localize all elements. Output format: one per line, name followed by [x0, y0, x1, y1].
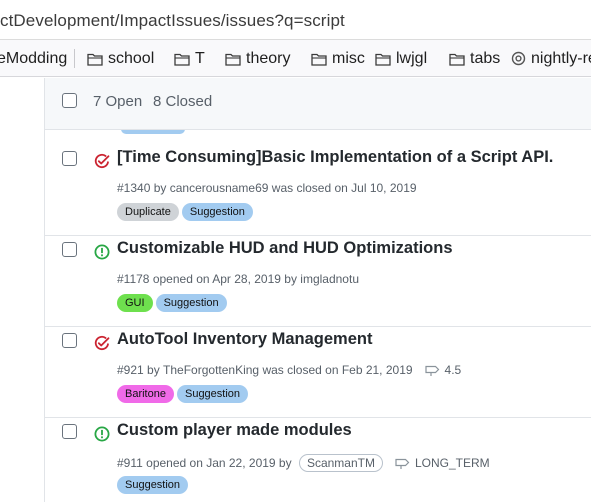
bookmark-nightly[interactable]: nightly-re — [511, 40, 591, 76]
label-suggestion[interactable]: Suggestion — [117, 476, 189, 494]
folder-icon — [311, 53, 327, 66]
issue-checkbox[interactable] — [62, 333, 77, 348]
issue-meta: #911 opened on Jan 22, 2019 by ScanmanTM… — [117, 454, 490, 472]
issue-row[interactable]: [Time Consuming]Basic Implementation of … — [45, 145, 591, 236]
bookmark-label: eModding — [0, 49, 68, 67]
milestone-icon — [424, 365, 439, 376]
issue-checkbox[interactable] — [62, 242, 77, 257]
issue-title-link[interactable]: Custom player made modules — [117, 421, 352, 440]
issue-meta-text: opened on Jan 22, 2019 by — [142, 456, 295, 470]
issue-meta-text: by — [143, 363, 164, 377]
label-baritone[interactable]: Baritone — [117, 385, 174, 403]
issues-box: 7 Open 8 Closed [Time Consuming]Basic Im… — [44, 78, 591, 502]
issue-author-link[interactable]: cancerousname69 — [170, 181, 269, 195]
url-text[interactable]: ctDevelopment/ImpactIssues/issues?q=scri… — [0, 11, 345, 31]
issue-row[interactable]: Custom player made modules #911 opened o… — [45, 418, 591, 502]
folder-icon — [174, 53, 190, 66]
bookmark-tabs[interactable]: tabs — [449, 40, 501, 76]
select-all-checkbox[interactable] — [62, 93, 77, 108]
milestone-icon — [395, 458, 410, 469]
issue-opened-icon — [94, 244, 110, 260]
milestone-label: 4.5 — [444, 363, 462, 377]
nightly-globe-icon — [511, 51, 526, 66]
folder-icon — [449, 53, 465, 66]
page-gutter — [0, 78, 44, 502]
issue-labels: Suggestion — [117, 476, 191, 494]
bookmark-label: T — [195, 49, 205, 67]
issue-meta-text: by — [150, 181, 170, 195]
issue-checkbox[interactable] — [62, 424, 77, 439]
closed-issues-link[interactable]: 8 Closed — [153, 93, 212, 110]
bookmark-label: tabs — [470, 49, 501, 67]
issue-author-link[interactable]: imgladnotu — [300, 272, 359, 286]
issue-meta: #1340 by cancerousname69 was closed on J… — [117, 181, 417, 195]
issue-title-link[interactable]: Customizable HUD and HUD Optimizations — [117, 239, 453, 258]
folder-icon — [375, 53, 391, 66]
label-suggestion[interactable]: Suggestion — [176, 385, 249, 403]
milestone-label: LONG_TERM — [414, 456, 490, 470]
label-suggestion[interactable]: Suggestion — [181, 203, 253, 221]
issue-closed-icon — [94, 153, 110, 169]
milestone-link[interactable]: LONG_TERM — [395, 456, 490, 470]
bookmark-misc[interactable]: misc — [311, 40, 365, 76]
issue-meta-text: was closed on Jul 10, 2019 — [268, 181, 417, 195]
issue-meta-text: opened on Apr 28, 2019 by — [149, 272, 301, 286]
issue-opened-icon — [94, 426, 110, 442]
label-gui[interactable]: GUI — [117, 294, 153, 312]
milestone-link[interactable]: 4.5 — [424, 363, 462, 377]
bookmark-label: lwjgl — [396, 49, 428, 67]
bookmark-theory[interactable]: theory — [225, 40, 291, 76]
issues-list-header: 7 Open 8 Closed — [45, 78, 591, 130]
address-bar[interactable]: ctDevelopment/ImpactIssues/issues?q=scri… — [0, 0, 591, 40]
issue-title-link[interactable]: AutoTool Inventory Management — [117, 330, 372, 349]
bookmark-label: nightly-re — [531, 49, 591, 67]
bookmarks-toolbar: eModding school T theory misc lwjgl tabs… — [0, 40, 591, 77]
issue-number: #1178 — [117, 272, 150, 286]
bookmark-separator — [74, 49, 75, 68]
folder-icon — [225, 53, 241, 66]
open-issues-link[interactable]: 7 Open — [93, 93, 142, 110]
issue-meta: #921 by TheForgottenKing was closed on F… — [117, 363, 461, 377]
bookmark-lwjgl[interactable]: lwjgl — [375, 40, 428, 76]
issue-labels: Duplicate Suggestion — [117, 203, 256, 221]
issue-title-link[interactable]: [Time Consuming]Basic Implementation of … — [117, 148, 553, 167]
issue-checkbox[interactable] — [62, 151, 77, 166]
label-duplicate[interactable]: Duplicate — [117, 203, 179, 221]
bookmark-t[interactable]: T — [174, 40, 205, 76]
issue-labels: GUI Suggestion — [117, 294, 230, 312]
issue-labels: Baritone Suggestion — [117, 385, 251, 403]
issue-row[interactable]: AutoTool Inventory Management #921 by Th… — [45, 327, 591, 418]
bookmark-emodding[interactable]: eModding — [0, 40, 68, 76]
issue-number: #1340 — [117, 181, 151, 195]
issue-number: #921 — [117, 363, 144, 377]
issue-author-link[interactable]: TheForgottenKing — [163, 363, 259, 377]
bookmark-label: theory — [246, 49, 291, 67]
issue-row[interactable]: Customizable HUD and HUD Optimizations #… — [45, 236, 591, 327]
bookmark-label: school — [108, 49, 155, 67]
issue-closed-icon — [94, 335, 110, 351]
issue-number: #911 — [117, 456, 143, 470]
issue-meta-text: was closed on Feb 21, 2019 — [259, 363, 413, 377]
bookmark-label: misc — [332, 49, 365, 67]
folder-icon — [87, 53, 103, 66]
label-suggestion[interactable]: Suggestion — [155, 294, 227, 312]
issue-meta: #1178 opened on Apr 28, 2019 by imgladno… — [117, 272, 359, 286]
bookmark-school[interactable]: school — [87, 40, 155, 76]
author-chip[interactable]: ScanmanTM — [298, 454, 383, 472]
